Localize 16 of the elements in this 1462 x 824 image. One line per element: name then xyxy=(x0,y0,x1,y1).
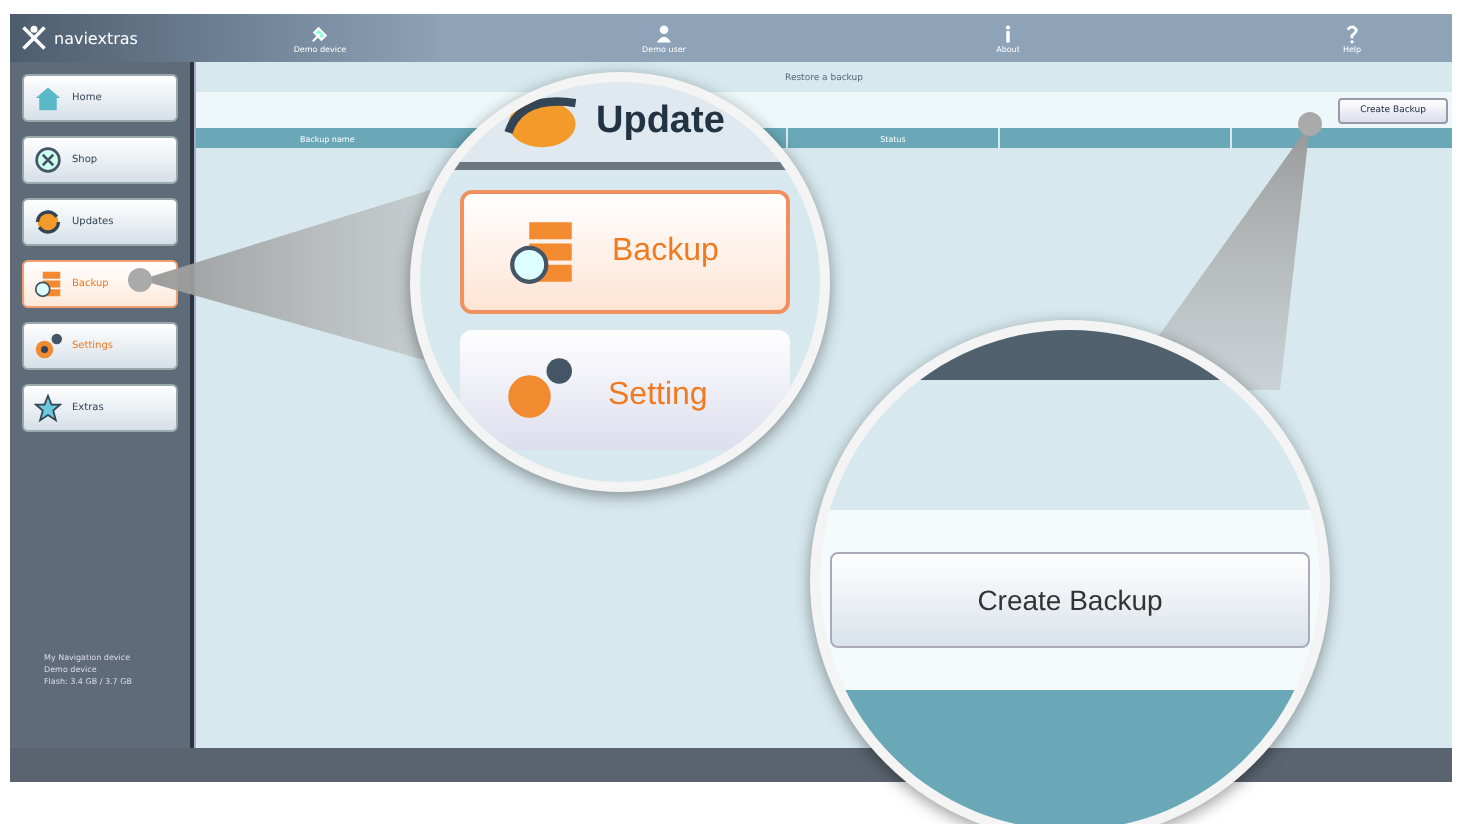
backup-button[interactable]: Backup xyxy=(460,190,790,314)
server-icon xyxy=(508,218,576,286)
star-icon xyxy=(34,394,62,422)
disc-icon xyxy=(34,146,62,174)
gears-icon xyxy=(504,354,572,422)
sync-icon xyxy=(34,208,62,236)
help-icon xyxy=(1342,23,1362,43)
logo-icon xyxy=(20,24,48,52)
settings-label: Setting xyxy=(608,376,708,414)
gears-icon xyxy=(34,332,62,360)
user-icon xyxy=(654,23,674,43)
plug-icon xyxy=(310,23,330,43)
logo-text: naviextras xyxy=(54,29,138,47)
house-icon xyxy=(34,84,62,112)
create-backup-button[interactable]: Create Backup xyxy=(830,552,1310,648)
server-icon xyxy=(34,270,62,298)
